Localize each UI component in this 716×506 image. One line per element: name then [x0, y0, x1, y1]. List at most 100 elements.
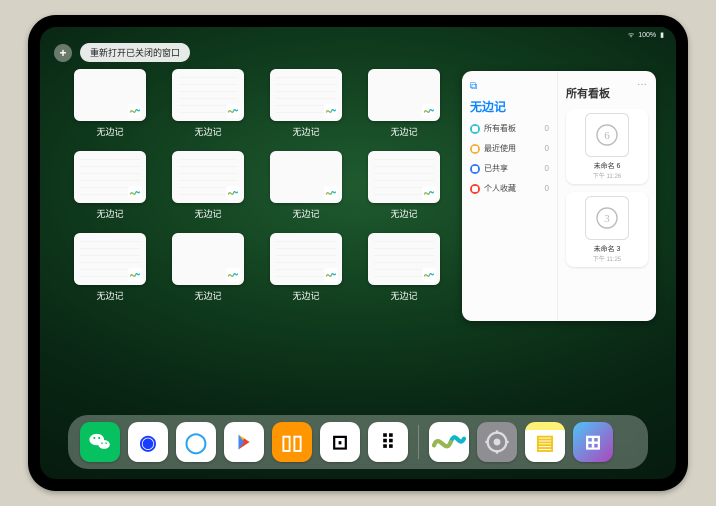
dock-freeform-icon[interactable]: [429, 422, 469, 462]
window-tile[interactable]: 无边记: [168, 151, 248, 225]
freeform-icon: [422, 104, 436, 118]
tile-label: 无边记: [292, 289, 319, 302]
window-tile[interactable]: 无边记: [70, 151, 150, 225]
freeform-icon: [324, 268, 338, 282]
dock-wechat-icon[interactable]: [80, 422, 120, 462]
dock-recents-icon[interactable]: ⊞: [573, 422, 613, 462]
screen: ᯤ 100% ▮ + 重新打开已关闭的窗口 无边记无边记无边记无边记无边记无边记…: [40, 27, 676, 479]
sidebar-item-count: 0: [545, 164, 549, 173]
freeform-icon: [422, 186, 436, 200]
window-tile[interactable]: 无边记: [364, 233, 444, 307]
tile-label: 无边记: [96, 289, 123, 302]
window-tile[interactable]: 无边记: [168, 69, 248, 143]
tile-label: 无边记: [390, 125, 417, 138]
sidebar-item[interactable]: 已共享 0: [470, 163, 549, 174]
sidebar-item-count: 0: [545, 144, 549, 153]
tile-label: 无边记: [194, 207, 221, 220]
sidebar-item-count: 0: [545, 124, 549, 133]
window-tile[interactable]: 无边记: [364, 69, 444, 143]
sidebar-item-label: 个人收藏: [484, 183, 516, 194]
status-bar: ᯤ 100% ▮: [40, 27, 676, 43]
panel-title: 无边记: [470, 98, 549, 115]
ellipsis-icon[interactable]: …: [637, 77, 648, 88]
freeform-icon: [324, 104, 338, 118]
dock-play-icon[interactable]: [224, 422, 264, 462]
tile-label: 无边记: [292, 207, 319, 220]
card-time: 下午 11:26: [593, 171, 621, 180]
tile-label: 无边记: [292, 125, 319, 138]
sidebar-item[interactable]: 个人收藏 0: [470, 183, 549, 194]
window-thumb: [74, 233, 146, 285]
card-time: 下午 11:25: [593, 254, 621, 263]
dock-quark-icon[interactable]: ◉: [128, 422, 168, 462]
wifi-icon: ᯤ: [628, 31, 634, 40]
content-area: 无边记无边记无边记无边记无边记无边记无边记无边记无边记无边记无边记无边记 … ⧉…: [70, 69, 656, 409]
tile-label: 无边记: [96, 125, 123, 138]
board-thumb: 3: [585, 196, 629, 240]
freeform-icon: [226, 186, 240, 200]
sidebar-item[interactable]: 所有看板 0: [470, 123, 549, 134]
window-thumb: [172, 69, 244, 121]
window-tile[interactable]: 无边记: [70, 233, 150, 307]
battery-icon: ▮: [660, 31, 664, 39]
card-name: 未命名 3: [594, 244, 621, 254]
board-card[interactable]: 6 未命名 6下午 11:26: [566, 109, 648, 184]
window-tile[interactable]: 无边记: [266, 69, 346, 143]
window-thumb: [172, 233, 244, 285]
window-thumb: [270, 69, 342, 121]
battery-label: 100%: [638, 32, 656, 39]
dock-settings-icon[interactable]: [477, 422, 517, 462]
freeform-icon: [128, 268, 142, 282]
add-button[interactable]: +: [54, 44, 72, 62]
window-tile[interactable]: 无边记: [70, 69, 150, 143]
dock-books-icon[interactable]: ▯▯: [272, 422, 312, 462]
reopen-pill[interactable]: 重新打开已关闭的窗口: [80, 43, 190, 62]
window-thumb: [368, 233, 440, 285]
dock-grid-icon[interactable]: ⠿: [368, 422, 408, 462]
freeform-icon: [128, 104, 142, 118]
panel-sidebar: ⧉ 无边记 所有看板 0 最近使用 0 已共享 0 个人收藏 0: [462, 71, 558, 321]
category-icon: [470, 144, 480, 154]
freeform-icon: [226, 268, 240, 282]
tile-label: 无边记: [194, 125, 221, 138]
window-thumb: [368, 151, 440, 203]
sidebar-item-count: 0: [545, 184, 549, 193]
tile-label: 无边记: [96, 207, 123, 220]
window-thumb: [172, 151, 244, 203]
dock-browser-icon[interactable]: ◯: [176, 422, 216, 462]
window-thumb: [270, 151, 342, 203]
window-tile[interactable]: 无边记: [364, 151, 444, 225]
dock-notes-icon[interactable]: ▤: [525, 422, 565, 462]
svg-text:6: 6: [604, 130, 610, 142]
freeform-icon: [422, 268, 436, 282]
board-thumb: 6: [585, 113, 629, 157]
panel-content: 所有看板 6 未命名 6下午 11:26 3 未命名 3下午 11:25: [558, 71, 656, 321]
ipad-frame: ᯤ 100% ▮ + 重新打开已关闭的窗口 无边记无边记无边记无边记无边记无边记…: [28, 15, 688, 491]
window-tile[interactable]: 无边记: [168, 233, 248, 307]
sidebar-item-label: 最近使用: [484, 143, 516, 154]
freeform-panel[interactable]: … ⧉ 无边记 所有看板0最近使用0已共享0个人收藏0 所有看板 6未命名 6下…: [462, 71, 656, 321]
tile-label: 无边记: [390, 207, 417, 220]
category-icon: [470, 124, 480, 134]
window-tile[interactable]: 无边记: [266, 151, 346, 225]
svg-text:3: 3: [604, 213, 610, 225]
window-thumb: [270, 233, 342, 285]
sidebar-toggle-icon[interactable]: ⧉: [470, 81, 549, 92]
window-thumb: [368, 69, 440, 121]
sidebar-item-label: 已共享: [484, 163, 508, 174]
card-name: 未命名 6: [594, 161, 621, 171]
window-grid: 无边记无边记无边记无边记无边记无边记无边记无边记无边记无边记无边记无边记: [70, 69, 444, 409]
freeform-icon: [226, 104, 240, 118]
top-bar: + 重新打开已关闭的窗口: [54, 43, 190, 62]
panel-right-title: 所有看板: [566, 85, 648, 101]
freeform-icon: [324, 186, 338, 200]
tile-label: 无边记: [194, 289, 221, 302]
category-icon: [470, 184, 480, 194]
board-card[interactable]: 3 未命名 3下午 11:25: [566, 192, 648, 267]
tile-label: 无边记: [390, 289, 417, 302]
dock-dice-icon[interactable]: ⊡: [320, 422, 360, 462]
sidebar-item-label: 所有看板: [484, 123, 516, 134]
window-tile[interactable]: 无边记: [266, 233, 346, 307]
dock-separator: [418, 425, 419, 459]
sidebar-item[interactable]: 最近使用 0: [470, 143, 549, 154]
